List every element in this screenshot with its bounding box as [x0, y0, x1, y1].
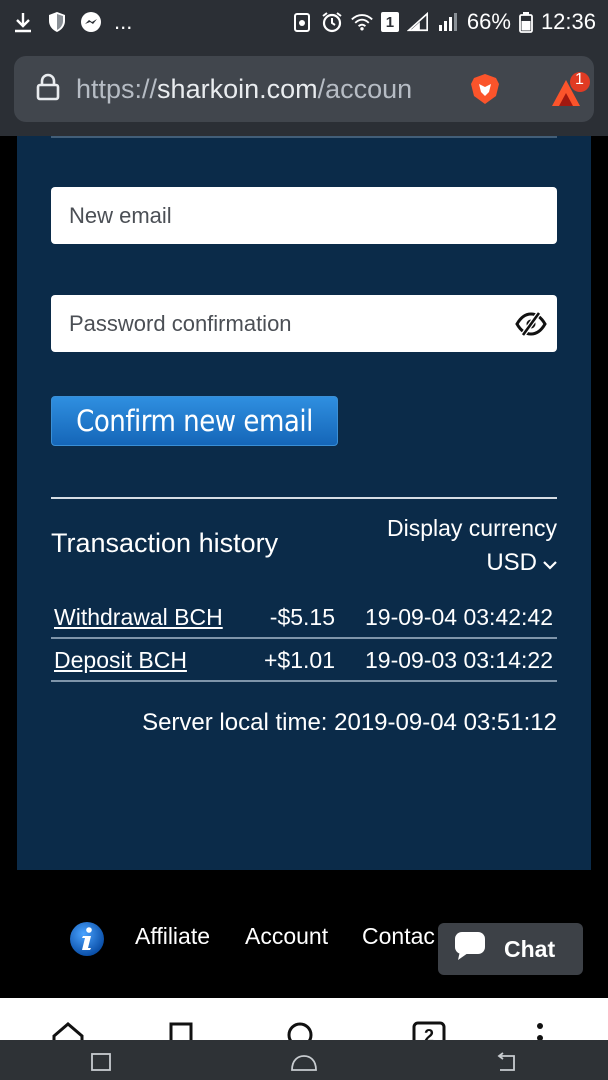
back-icon[interactable]: [494, 1048, 520, 1072]
browser-bottom-toolbar: 2: [0, 998, 608, 1056]
chevron-down-icon: [543, 549, 557, 577]
eye-off-icon[interactable]: [515, 311, 547, 337]
signal-2-icon: [437, 11, 459, 33]
info-icon[interactable]: [68, 920, 106, 958]
lock-icon: [36, 73, 60, 106]
display-currency-value: USD: [486, 549, 537, 576]
confirm-new-email-button[interactable]: Confirm new email: [51, 396, 338, 446]
alarm-icon: [321, 11, 343, 33]
table-row: Deposit BCH +$1.01 19-09-03 03:14:22: [51, 639, 557, 682]
display-currency-label: Display currency: [387, 515, 557, 541]
new-email-input[interactable]: New email: [51, 187, 557, 244]
rewards-badge: 1: [575, 71, 584, 88]
system-navigation-bar: [0, 1040, 608, 1080]
clock: 12:36: [540, 9, 596, 34]
footer-link-contact[interactable]: Contac: [362, 923, 435, 950]
transaction-datetime: 19-09-04 03:42:42: [365, 604, 553, 630]
transaction-datetime: 19-09-03 03:14:22: [365, 647, 553, 673]
brave-shield-icon[interactable]: [468, 72, 502, 106]
browser-toolbar: https://sharkoin.com/accoun 1: [0, 44, 608, 136]
signal-icon: [406, 11, 429, 33]
battery-icon: [519, 11, 533, 33]
recent-apps-icon[interactable]: [88, 1048, 114, 1072]
table-row: Withdrawal BCH -$5.15 19-09-04 03:42:42: [51, 596, 557, 639]
battery-percent: 66%: [466, 9, 511, 34]
password-placeholder: Password confirmation: [69, 310, 292, 336]
messenger-icon: [80, 11, 102, 33]
recycle-icon: [291, 11, 313, 33]
display-currency-select[interactable]: USD: [486, 549, 557, 577]
chat-bubble-icon: [454, 931, 486, 967]
transaction-table: Withdrawal BCH -$5.15 19-09-04 03:42:42 …: [51, 596, 557, 682]
footer-link-affiliate[interactable]: Affiliate: [135, 923, 210, 950]
chat-button[interactable]: Chat: [438, 923, 583, 975]
divider: [51, 136, 557, 138]
more-notifications: ...: [114, 9, 133, 34]
transaction-link[interactable]: Deposit BCH: [54, 647, 187, 674]
shield-icon: [46, 11, 68, 33]
address-bar[interactable]: https://sharkoin.com/accoun 1: [14, 56, 594, 122]
home-nav-icon[interactable]: [290, 1048, 317, 1072]
transaction-amount: -$5.15: [269, 604, 335, 630]
status-bar: ... 1 66% 12:36: [0, 0, 608, 44]
url-text[interactable]: https://sharkoin.com/accoun: [76, 74, 436, 105]
new-email-placeholder: New email: [69, 202, 172, 228]
brave-rewards-icon[interactable]: 1: [548, 70, 592, 110]
divider: [51, 497, 557, 499]
transaction-link[interactable]: Withdrawal BCH: [54, 604, 223, 631]
transaction-amount: +$1.01: [264, 647, 335, 673]
transaction-history-title: Transaction history: [51, 528, 279, 558]
password-confirmation-input[interactable]: Password confirmation: [51, 295, 557, 352]
account-panel: New email Password confirmation Confirm …: [17, 136, 591, 870]
footer-link-account[interactable]: Account: [245, 923, 328, 950]
chat-label: Chat: [504, 935, 556, 962]
server-local-time: Server local time: 2019-09-04 03:51:12: [142, 709, 557, 736]
download-icon: [12, 11, 34, 33]
sim-icon: 1: [380, 12, 399, 32]
wifi-icon: [351, 11, 373, 33]
site-footer: Affiliate Account Contac Chat: [0, 870, 608, 998]
